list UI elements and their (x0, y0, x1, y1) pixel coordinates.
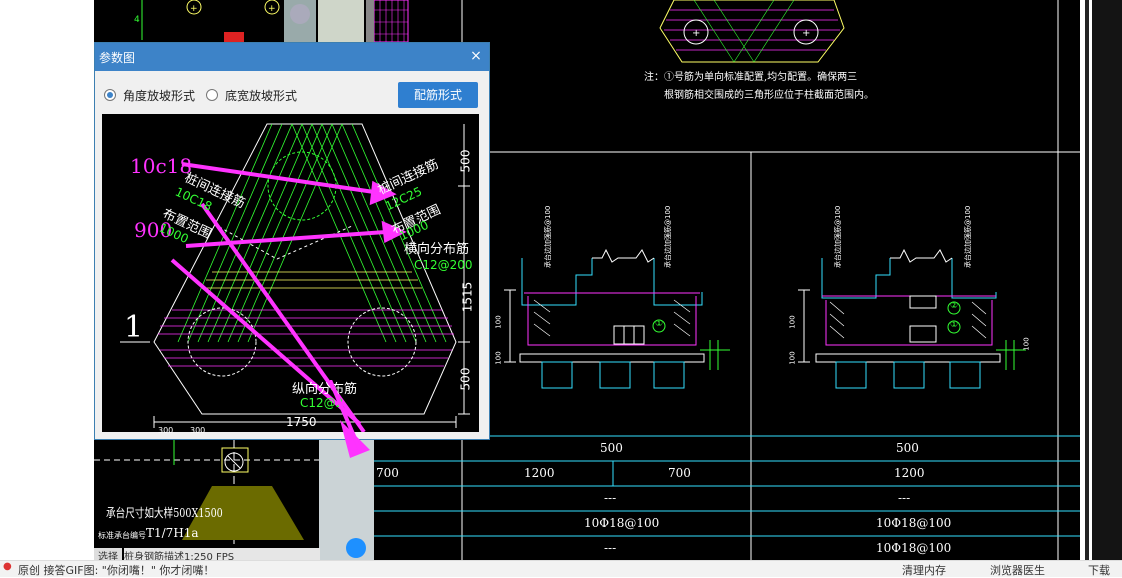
annot-500-top: 500 (458, 149, 473, 173)
table-cell: 700 (668, 466, 691, 480)
dim-label: 100 (788, 315, 797, 329)
svg-text:4: 4 (134, 15, 140, 25)
scrollbar-area[interactable] (1080, 0, 1122, 560)
annot-1515: 1515 (460, 281, 475, 313)
radio-bottom-width-slope[interactable] (206, 89, 218, 101)
dim-label: 100 (1022, 337, 1031, 351)
browser-statusbar: ● 原创 接答GIF图: "你闭嘴！" 你才闭嘴！ 清理内存 浏览器医生 下载 (0, 560, 1122, 577)
rebar-form-button[interactable]: 配筋形式 (398, 82, 478, 108)
table-cell: 10Φ18@100 (876, 541, 952, 555)
table-cell: --- (604, 541, 617, 555)
arrowhead-overlay (330, 380, 370, 458)
annot-transverse-rebar: 横向分布筋 (404, 242, 470, 257)
section2-circle-label-2: ② (950, 301, 959, 311)
table-cell: 500 (600, 441, 623, 455)
svg-text:承台边加强筋@100: 承台边加强筋@100 (663, 206, 672, 268)
annot-10c18: 10c18 (130, 154, 193, 178)
annot-300-b: 300 (190, 426, 206, 435)
svg-text:承台边加强筋@100: 承台边加强筋@100 (833, 206, 842, 268)
section2-circle-label-1: ① (950, 320, 959, 330)
left-label-code: T1/7H1a (146, 526, 199, 540)
status-dot-icon: ● (3, 561, 12, 572)
table-cell: 10Φ18@100 (876, 516, 952, 530)
dialog-titlebar[interactable]: 参数图 × (95, 43, 489, 71)
left-tab-drawing[interactable]: 桩身钢筋描述1:250 FPS (124, 548, 320, 560)
annot-1750: 1750 (286, 415, 317, 429)
background-left-strip (0, 0, 94, 576)
table-cell: --- (898, 491, 911, 505)
svg-text:+: + (190, 4, 198, 14)
parameter-preview-image: 10c18 900 1 桩间连接筋 10C18 布置范围 1000 桩间连接筋 … (102, 114, 479, 435)
dim-label: 100 (494, 315, 503, 329)
radio-bottom-width-slope-label[interactable]: 底宽放坡形式 (225, 87, 297, 104)
section1-circle-label: ① (655, 319, 664, 329)
drawing-note-line1: 注：①号筋为单向标准配置,均匀配置。确保两三 (644, 72, 858, 83)
left-tab-select[interactable]: 选择 (94, 548, 122, 563)
table-cell: 700 (376, 466, 399, 480)
annot-500-bottom: 500 (458, 367, 473, 391)
close-icon[interactable]: × (467, 47, 485, 65)
dialog-title: 参数图 (99, 51, 136, 65)
annot-300-a: 300 (158, 426, 174, 435)
parameter-dialog: 参数图 × 角度放坡形式 底宽放坡形式 配筋形式 10c18 900 1 桩间连… (94, 42, 490, 440)
svg-text:承台边加强筋@100: 承台边加强筋@100 (543, 206, 552, 268)
radio-angle-slope[interactable] (104, 89, 116, 101)
table-cell: 1200 (894, 466, 925, 480)
dim-label: 100 (494, 351, 503, 365)
drawing-note-line2: 根钢筋相交围成的三角形应位于柱截面范围内。 (664, 90, 874, 101)
left-label-prefix: 标准承台编号 (98, 531, 146, 540)
svg-text:+: + (802, 28, 810, 39)
table-cell: 10Φ18@100 (584, 516, 660, 530)
radio-angle-slope-label[interactable]: 角度放坡形式 (123, 87, 195, 104)
table-cell: 500 (896, 441, 919, 455)
annot-marker-1: 1 (124, 310, 144, 345)
svg-text:+: + (268, 4, 276, 14)
left-label-size: 承台尺寸如大样500X1500 (106, 506, 223, 520)
dim-label: 100 (788, 351, 797, 365)
annot-C12-200: C12@200 (414, 258, 473, 272)
table-cell: --- (604, 491, 617, 505)
svg-text:+: + (692, 28, 700, 39)
svg-text:承台边加强筋@100: 承台边加强筋@100 (963, 206, 972, 268)
table-cell: 1200 (524, 466, 555, 480)
